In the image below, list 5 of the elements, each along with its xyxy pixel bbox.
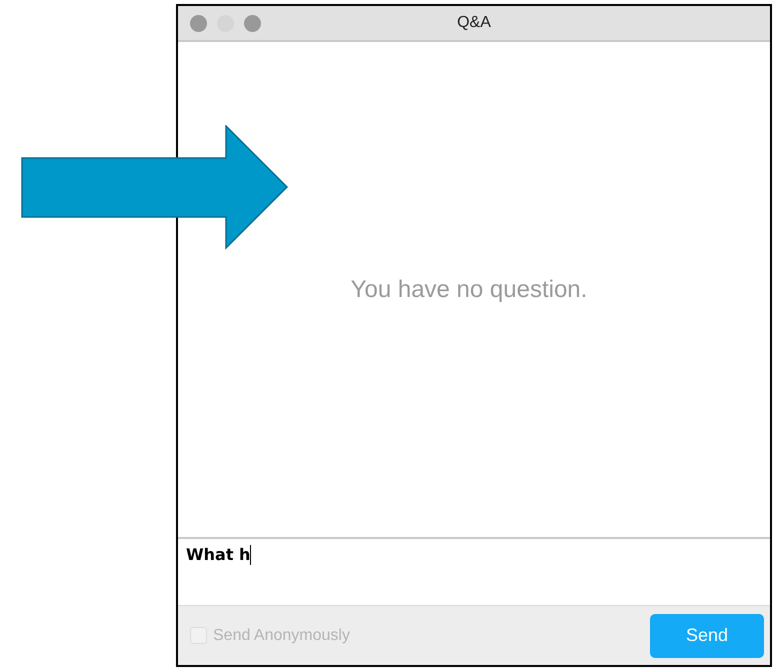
checkbox-label: Send Anonymously xyxy=(213,626,350,646)
window-title: Q&A xyxy=(457,13,491,33)
empty-message: You have no question. xyxy=(350,274,588,304)
close-button[interactable] xyxy=(190,14,207,32)
zoom-button[interactable] xyxy=(244,14,261,32)
